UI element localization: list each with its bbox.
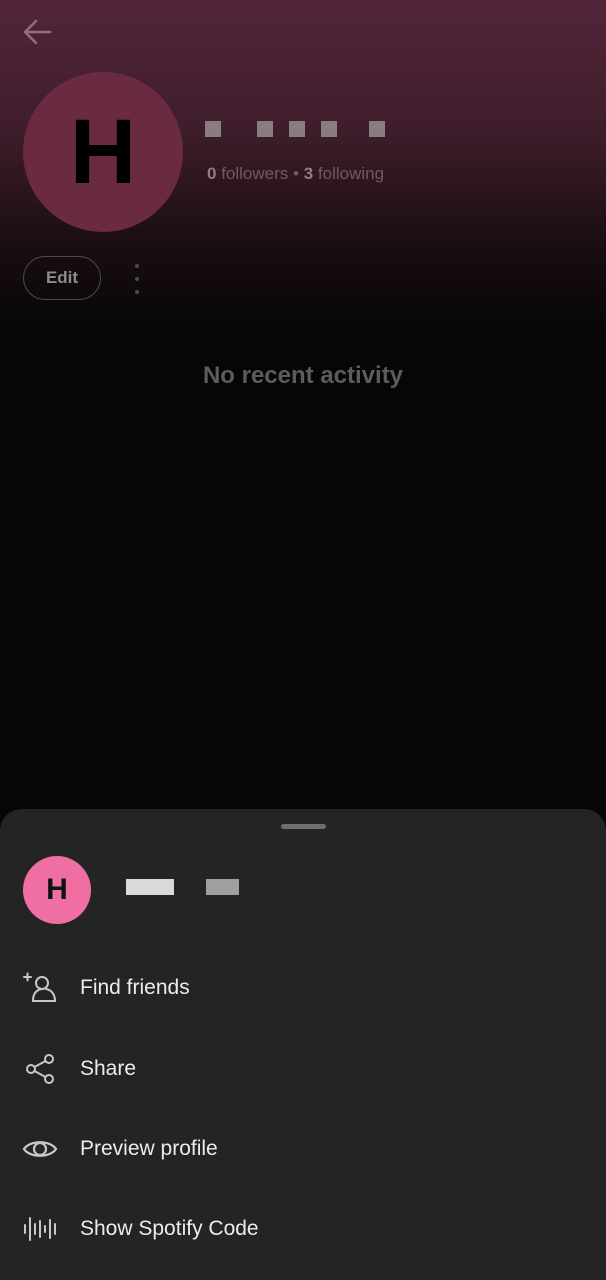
- back-button[interactable]: [20, 14, 56, 50]
- arrow-left-icon: [23, 19, 52, 45]
- profile-avatar[interactable]: H: [23, 72, 183, 232]
- menu-item-preview-profile[interactable]: Preview profile: [0, 1117, 606, 1181]
- share-icon: [22, 1051, 58, 1087]
- stats-separator: •: [293, 164, 299, 183]
- following-label[interactable]: following: [318, 164, 384, 183]
- menu-item-show-spotify-code[interactable]: Show Spotify Code: [0, 1197, 606, 1261]
- followers-count[interactable]: 0: [207, 164, 216, 183]
- spotify-code-icon: [22, 1211, 58, 1247]
- menu-item-label: Share: [80, 1057, 137, 1080]
- empty-state-text: No recent activity: [202, 362, 404, 389]
- avatar-initial: H: [69, 100, 137, 203]
- more-vertical-icon: [135, 264, 139, 268]
- profile-header: H 0 followers • 3 following Edit: [0, 0, 606, 330]
- menu-item-label: Show Spotify Code: [80, 1217, 259, 1240]
- add-person-icon: [22, 970, 58, 1006]
- following-count[interactable]: 3: [304, 164, 313, 183]
- edit-profile-button[interactable]: Edit: [23, 256, 101, 300]
- display-name-redacted: [205, 121, 401, 139]
- bottom-sheet: H Find friends Share Preview profile Sho…: [0, 809, 606, 1280]
- menu-item-label: Preview profile: [80, 1137, 218, 1160]
- sheet-drag-handle[interactable]: [281, 824, 326, 829]
- sheet-display-name-redacted: [126, 879, 239, 895]
- menu-item-find-friends[interactable]: Find friends: [0, 956, 606, 1020]
- follow-stats: 0 followers • 3 following: [207, 164, 384, 184]
- more-options-button[interactable]: [130, 264, 144, 294]
- eye-icon: [22, 1131, 58, 1167]
- menu-item-label: Find friends: [80, 976, 190, 999]
- menu-item-share[interactable]: Share: [0, 1037, 606, 1101]
- sheet-avatar-initial: H: [46, 873, 68, 906]
- sheet-avatar: H: [23, 856, 91, 924]
- followers-label[interactable]: followers: [221, 164, 288, 183]
